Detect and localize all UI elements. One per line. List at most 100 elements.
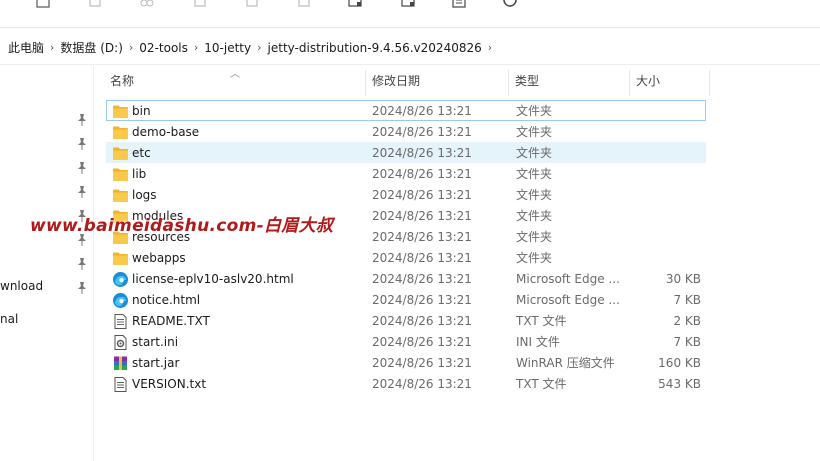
settings-file-icon (112, 334, 129, 351)
navigation-pane: wnload nal (0, 66, 94, 461)
column-size[interactable]: 大小 (636, 66, 660, 96)
address-bar[interactable]: 此电脑 › 数据盘 (D:) › 02-tools › 10-jetty › j… (0, 29, 820, 65)
nav-item-downloads[interactable]: wnload (0, 279, 43, 293)
column-divider[interactable] (365, 70, 366, 96)
file-name: etc (132, 146, 151, 160)
share-icon[interactable] (297, 0, 311, 10)
file-row[interactable]: etc 2024/8/26 13:21 文件夹 (106, 142, 706, 163)
column-divider[interactable] (508, 70, 509, 96)
text-file-icon (112, 376, 129, 393)
paste-icon[interactable] (193, 0, 207, 10)
sort-up-icon: ︿ (230, 69, 240, 80)
file-date-modified: 2024/8/26 13:21 (372, 356, 472, 370)
breadcrumb-this-pc[interactable]: 此电脑 (8, 39, 44, 56)
properties-icon[interactable] (452, 0, 466, 10)
file-row[interactable]: webapps 2024/8/26 13:21 文件夹 (106, 247, 706, 268)
file-date-modified: 2024/8/26 13:21 (372, 293, 472, 307)
rename-icon[interactable] (245, 0, 259, 10)
file-name: demo-base (132, 125, 200, 139)
open-icon[interactable] (348, 0, 362, 10)
breadcrumb-data-drive[interactable]: 数据盘 (D:) (60, 39, 122, 56)
file-row[interactable]: start.ini 2024/8/26 13:21 INI 文件 7 KB (106, 331, 706, 352)
pin-icon[interactable] (77, 162, 87, 174)
file-row[interactable]: lib 2024/8/26 13:21 文件夹 (106, 163, 706, 184)
column-header: ︿ 名称 修改日期 类型 大小 (104, 66, 710, 96)
file-type: 文件夹 (516, 230, 553, 244)
file-date-modified: 2024/8/26 13:21 (372, 272, 472, 286)
folder-icon (112, 103, 129, 120)
column-name[interactable]: 名称 (110, 66, 134, 96)
folder-icon (112, 145, 129, 162)
file-date-modified: 2024/8/26 13:21 (372, 125, 472, 139)
breadcrumb-chevron-icon[interactable]: › (488, 41, 492, 54)
file-type: INI 文件 (516, 335, 560, 349)
breadcrumb-chevron-icon[interactable]: › (194, 41, 198, 54)
file-date-modified: 2024/8/26 13:21 (372, 209, 472, 223)
file-type: 文件夹 (516, 146, 553, 160)
folder-icon (112, 250, 129, 267)
file-row[interactable]: logs 2024/8/26 13:21 文件夹 (106, 184, 706, 205)
pin-icon[interactable] (77, 138, 87, 150)
file-row[interactable]: license-eplv10-aslv20.html 2024/8/26 13:2… (106, 268, 706, 289)
file-type: Microsoft Edge ... (516, 293, 620, 307)
file-type: 文件夹 (516, 104, 553, 118)
edge-icon[interactable] (503, 0, 517, 10)
file-size: 160 KB (658, 356, 701, 370)
file-type: Microsoft Edge ... (516, 272, 620, 286)
file-date-modified: 2024/8/26 13:21 (372, 335, 472, 349)
cut-icon[interactable] (140, 0, 154, 10)
file-type: 文件夹 (516, 209, 553, 223)
file-date-modified: 2024/8/26 13:21 (372, 314, 472, 328)
file-date-modified: 2024/8/26 13:21 (372, 230, 472, 244)
file-row[interactable]: start.jar 2024/8/26 13:21 WinRAR 压缩文件 160 K… (106, 352, 706, 373)
edge-icon (112, 271, 129, 288)
breadcrumb: 此电脑 › 数据盘 (D:) › 02-tools › 10-jetty › j… (8, 39, 498, 56)
file-type: 文件夹 (516, 188, 553, 202)
file-size: 7 KB (673, 293, 701, 307)
column-divider[interactable] (709, 70, 710, 96)
file-row[interactable]: bin 2024/8/26 13:21 文件夹 (106, 100, 706, 121)
breadcrumb-chevron-icon[interactable]: › (129, 41, 133, 54)
select-icon[interactable] (401, 0, 415, 10)
file-row[interactable]: VERSION.txt 2024/8/26 13:21 TXT 文件 543 KB (106, 373, 706, 394)
text-file-icon (112, 313, 129, 330)
pin-icon[interactable] (77, 114, 87, 126)
file-type: 文件夹 (516, 167, 553, 181)
pin-icon[interactable] (77, 186, 87, 198)
file-name: bin (132, 104, 151, 118)
file-type: TXT 文件 (516, 314, 567, 328)
file-date-modified: 2024/8/26 13:21 (372, 167, 472, 181)
file-row[interactable]: demo-base 2024/8/26 13:21 文件夹 (106, 121, 706, 142)
column-date-modified[interactable]: 修改日期 (372, 66, 420, 96)
nav-item-personal[interactable]: nal (0, 312, 18, 326)
file-row[interactable]: notice.html 2024/8/26 13:21 Microsoft Edge… (106, 289, 706, 310)
copy-icon[interactable] (88, 0, 102, 10)
new-folder-icon[interactable] (36, 0, 50, 10)
file-name: VERSION.txt (132, 377, 207, 391)
winrar-icon (112, 355, 129, 372)
file-name: webapps (132, 251, 186, 265)
file-size: 2 KB (673, 314, 701, 328)
file-type: TXT 文件 (516, 377, 567, 391)
pin-icon[interactable] (77, 282, 87, 294)
breadcrumb-jetty-distribution[interactable]: jetty-distribution-9.4.56.v20240826 (268, 41, 482, 55)
watermark-text: www.baimeidashu.com-白眉大叔 (30, 216, 334, 236)
edge-icon (112, 292, 129, 309)
folder-icon (112, 166, 129, 183)
file-name: notice.html (132, 293, 201, 307)
file-size: 7 KB (673, 335, 701, 349)
pin-icon[interactable] (77, 258, 87, 270)
folder-icon (112, 187, 129, 204)
breadcrumb-chevron-icon[interactable]: › (50, 41, 54, 54)
column-type[interactable]: 类型 (515, 66, 539, 96)
breadcrumb-chevron-icon[interactable]: › (257, 41, 261, 54)
file-type: 文件夹 (516, 251, 553, 265)
breadcrumb-tools[interactable]: 02-tools (139, 41, 188, 55)
file-type: WinRAR 压缩文件 (516, 356, 615, 370)
breadcrumb-jetty[interactable]: 10-jetty (204, 41, 251, 55)
file-name: start.ini (132, 335, 179, 349)
column-divider[interactable] (629, 70, 630, 96)
file-row[interactable]: README.TXT 2024/8/26 13:21 TXT 文件 2 KB (106, 310, 706, 331)
command-toolbar (0, 0, 820, 28)
file-name: start.jar (132, 356, 180, 370)
